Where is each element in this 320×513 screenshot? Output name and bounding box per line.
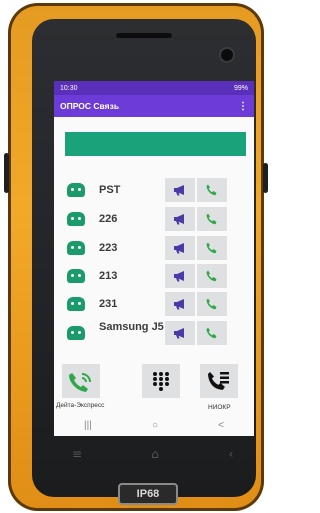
broadcast-button[interactable] [165, 292, 195, 316]
broadcast-button[interactable] [165, 236, 195, 260]
rugged-phone-body: 10:30 99% ОПРОС Связь ⋮ PST 226 223 213 … [4, 3, 268, 511]
status-time: 10:30 [60, 84, 78, 92]
phone-list-icon [208, 372, 229, 390]
phone-handset-icon [206, 213, 217, 225]
side-button-right [263, 163, 268, 193]
back-hardware-icon[interactable]: ‹ [220, 447, 242, 465]
phone-handset-icon [206, 242, 217, 254]
android-nav-bar: ||| ○ < [54, 414, 254, 436]
status-bar: 10:30 99% [54, 81, 254, 95]
menu-hardware-icon[interactable]: ≡ [66, 447, 88, 465]
android-icon [67, 212, 85, 226]
niokr-label: НИОКР [208, 404, 231, 411]
contact-row-samsung-j5: Samsung J5 [64, 321, 246, 345]
call-button[interactable] [197, 178, 227, 202]
dialpad-icon [153, 372, 169, 391]
contact-row-223: 223 [64, 236, 246, 260]
app-title: ОПРОС Связь [60, 101, 120, 111]
android-icon [67, 241, 85, 255]
phone-signal-icon [69, 373, 91, 392]
dialpad-button[interactable] [142, 364, 180, 398]
megaphone-icon [174, 214, 184, 225]
home-icon[interactable]: ○ [152, 420, 158, 431]
call-button[interactable] [197, 207, 227, 231]
megaphone-icon [174, 271, 184, 282]
broadcast-button[interactable] [165, 264, 195, 288]
megaphone-icon [174, 243, 184, 254]
data-express-label: Дейта-Экспресс [56, 402, 105, 409]
call-button[interactable] [197, 264, 227, 288]
phone-handset-icon [206, 298, 217, 310]
contact-name: 213 [99, 269, 118, 282]
megaphone-icon [174, 328, 184, 339]
call-button[interactable] [197, 292, 227, 316]
home-hardware-icon[interactable]: ⌂ [144, 447, 166, 465]
android-icon [67, 269, 85, 283]
contact-row-231: 231 [64, 292, 246, 316]
front-camera [221, 49, 233, 61]
app-bar: ОПРОС Связь ⋮ [54, 95, 254, 117]
broadcast-button[interactable] [165, 321, 195, 345]
phone-handset-icon [206, 327, 217, 339]
contact-name: Samsung J5 [99, 322, 164, 333]
status-banner [65, 132, 246, 156]
android-icon [67, 297, 85, 311]
broadcast-button[interactable] [165, 207, 195, 231]
contact-name: PST [99, 183, 121, 196]
overflow-menu-icon[interactable]: ⋮ [238, 101, 248, 112]
data-express-button[interactable] [62, 364, 100, 398]
earpiece-speaker [116, 33, 172, 38]
back-icon[interactable]: < [218, 420, 224, 431]
recents-icon[interactable]: ||| [84, 420, 92, 431]
broadcast-button[interactable] [165, 178, 195, 202]
ip68-badge: IP68 [118, 483, 178, 505]
status-battery: 99% [233, 84, 248, 92]
contact-name: 223 [99, 241, 118, 254]
phone-handset-icon [206, 184, 217, 196]
android-icon [67, 326, 85, 340]
megaphone-icon [174, 185, 184, 196]
niokr-button[interactable] [200, 364, 238, 398]
contact-name: 231 [99, 297, 118, 310]
bottom-dock: Дейта-Экспресс НИОКР [54, 364, 254, 412]
phone-screen: 10:30 99% ОПРОС Связь ⋮ PST 226 223 213 … [54, 81, 254, 436]
megaphone-icon [174, 299, 184, 310]
phone-handset-icon [206, 270, 217, 282]
call-button[interactable] [197, 236, 227, 260]
call-button[interactable] [197, 321, 227, 345]
contact-row-pst: PST [64, 178, 246, 202]
android-icon [67, 183, 85, 197]
hardware-keys: ≡ ⌂ ‹ [40, 441, 248, 471]
contact-name: 226 [99, 212, 118, 225]
contact-row-213: 213 [64, 264, 246, 288]
contact-row-226: 226 [64, 207, 246, 231]
side-button-left [4, 153, 9, 193]
